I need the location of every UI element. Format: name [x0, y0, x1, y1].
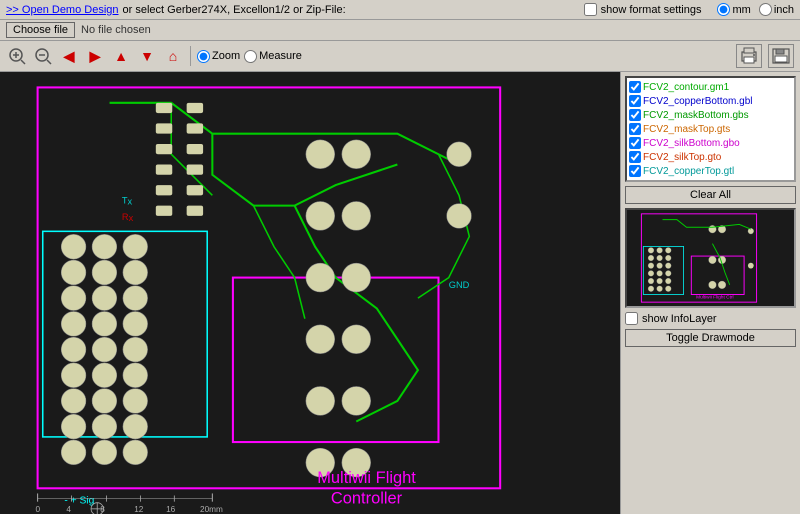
- zoom-radio-label[interactable]: Zoom: [197, 50, 240, 63]
- file-label-maskbottom: FCV2_maskBottom.gbs: [643, 110, 749, 121]
- thumbnail-box: Multiwii Flight Ctrl: [625, 208, 796, 308]
- file-label-contour: FCV2_contour.gm1: [643, 82, 729, 93]
- measure-radio-label[interactable]: Measure: [244, 50, 302, 63]
- mm-radio-label[interactable]: mm: [717, 3, 750, 16]
- file-label-silktop: FCV2_silkTop.gto: [643, 152, 721, 163]
- right-panel: FCV2_contour.gm1 FCV2_copperBottom.gbl FCV…: [620, 72, 800, 514]
- show-infolayer-label: show InfoLayer: [642, 313, 717, 325]
- svg-text:Tx: Tx: [122, 196, 133, 207]
- toolbar-right: [736, 44, 794, 68]
- save-icon[interactable]: [768, 44, 794, 68]
- pcb-canvas[interactable]: Multiwii Flight Controller Tx Rx GND - +…: [0, 72, 620, 514]
- file-label-coppertop: FCV2_copperTop.gtl: [643, 166, 734, 177]
- zoom-measure-group: Zoom Measure: [197, 50, 302, 63]
- file-checkbox-silktop[interactable]: [629, 151, 641, 163]
- clear-all-button[interactable]: Clear All: [625, 186, 796, 204]
- mm-radio[interactable]: [717, 3, 730, 16]
- file-list-item-contour[interactable]: FCV2_contour.gm1: [629, 80, 792, 94]
- toggle-drawmode-button[interactable]: Toggle Drawmode: [625, 329, 796, 347]
- magnify-minus-icon[interactable]: [32, 45, 54, 67]
- file-bar: Choose file No file chosen: [0, 20, 800, 41]
- svg-text:4: 4: [66, 505, 71, 514]
- file-checkbox-coppertop[interactable]: [629, 165, 641, 177]
- inch-radio[interactable]: [759, 3, 772, 16]
- file-label-silkbottom: FCV2_silkBottom.gbo: [643, 138, 740, 149]
- file-list-item-coppertop[interactable]: FCV2_copperTop.gtl: [629, 164, 792, 178]
- measure-radio[interactable]: [244, 50, 257, 63]
- file-checkbox-masktop[interactable]: [629, 123, 641, 135]
- arrow-up-icon[interactable]: ▲: [110, 45, 132, 67]
- file-list-item-silkbottom[interactable]: FCV2_silkBottom.gbo: [629, 136, 792, 150]
- file-list-box: FCV2_contour.gm1 FCV2_copperBottom.gbl FCV…: [625, 76, 796, 182]
- svg-text:Controller: Controller: [331, 490, 403, 508]
- choose-file-button[interactable]: Choose file: [6, 22, 75, 38]
- svg-text:GND: GND: [449, 280, 470, 290]
- file-list-item-masktop[interactable]: FCV2_maskTop.gts: [629, 122, 792, 136]
- no-file-label: No file chosen: [81, 24, 151, 36]
- svg-text:Rx: Rx: [122, 212, 134, 223]
- inch-radio-label[interactable]: inch: [759, 3, 794, 16]
- svg-text:16: 16: [166, 505, 176, 514]
- file-checkbox-silkbottom[interactable]: [629, 137, 641, 149]
- format-settings-checkbox[interactable]: [584, 3, 597, 16]
- top-bar: >> Open Demo Design or select Gerber274X…: [0, 0, 800, 20]
- show-infolayer-checkbox[interactable]: [625, 312, 638, 325]
- topbar-middle: or select Gerber274X, Excellon1/2 or Zip…: [123, 4, 346, 16]
- magnify-plus-icon[interactable]: [6, 45, 28, 67]
- arrow-down-icon[interactable]: ▼: [136, 45, 158, 67]
- svg-text:20mm: 20mm: [200, 505, 223, 514]
- file-label-copperbottom: FCV2_copperBottom.gbl: [643, 96, 753, 107]
- file-list: FCV2_contour.gm1 FCV2_copperBottom.gbl FCV…: [629, 80, 792, 178]
- file-checkbox-maskbottom[interactable]: [629, 109, 641, 121]
- info-layer-row: show InfoLayer: [625, 312, 796, 325]
- file-label-masktop: FCV2_maskTop.gts: [643, 124, 730, 135]
- main-content: Multiwii Flight Controller Tx Rx GND - +…: [0, 72, 800, 514]
- open-demo-link[interactable]: >> Open Demo Design: [6, 4, 119, 16]
- svg-text:12: 12: [134, 505, 144, 514]
- toolbar-divider-1: [190, 46, 191, 66]
- svg-text:Multiwii Flight Ctrl: Multiwii Flight Ctrl: [696, 294, 733, 300]
- file-checkbox-copperbottom[interactable]: [629, 95, 641, 107]
- unit-radio-group: mm inch: [717, 3, 794, 16]
- format-settings-check[interactable]: show format settings: [584, 3, 702, 16]
- arrow-left-icon[interactable]: ◀: [58, 45, 80, 67]
- print-icon[interactable]: [736, 44, 762, 68]
- svg-text:Multiwii Flight: Multiwii Flight: [317, 469, 416, 487]
- file-list-item-maskbottom[interactable]: FCV2_maskBottom.gbs: [629, 108, 792, 122]
- file-list-item-silktop[interactable]: FCV2_silkTop.gto: [629, 150, 792, 164]
- svg-text:0: 0: [36, 505, 41, 514]
- file-checkbox-contour[interactable]: [629, 81, 641, 93]
- home-icon[interactable]: ⌂: [162, 45, 184, 67]
- arrow-right-icon[interactable]: ▶: [84, 45, 106, 67]
- zoom-radio[interactable]: [197, 50, 210, 63]
- file-list-item-copperbottom[interactable]: FCV2_copperBottom.gbl: [629, 94, 792, 108]
- toolbar: ◀ ▶ ▲ ▼ ⌂ Zoom Measure: [0, 41, 800, 72]
